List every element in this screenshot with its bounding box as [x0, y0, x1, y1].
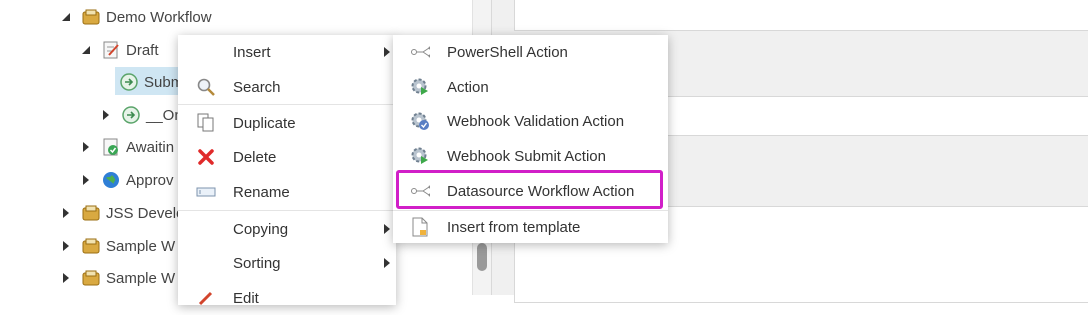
tree-node-label: Awaitin [126, 138, 175, 156]
context-menu: Insert Search Duplicate Delete Rename Co… [178, 35, 396, 307]
expanded-arrow-icon[interactable] [60, 11, 72, 23]
collapsed-arrow-icon[interactable] [60, 272, 72, 284]
menu-item-label: Insert [233, 43, 271, 61]
tree-node-label: Demo Workflow [106, 8, 212, 26]
tree-node-approved[interactable]: Approv [80, 165, 174, 195]
scrollbar-thumb[interactable] [477, 243, 487, 271]
tree-node-sample-w-1[interactable]: Sample W [60, 231, 175, 261]
menu-item-label: Copying [233, 220, 289, 238]
menu-separator [178, 210, 396, 211]
collapsed-arrow-icon[interactable] [100, 109, 112, 121]
submenu-item-label: PowerShell Action [447, 43, 568, 61]
gear-check-icon [410, 111, 430, 131]
search-icon [196, 77, 216, 97]
submenu-arrow-icon [384, 258, 390, 268]
editor-field-box[interactable] [514, 0, 1088, 31]
menu-item-label: Search [233, 78, 281, 96]
submenu-item-action[interactable]: Action [393, 70, 668, 104]
expanded-arrow-icon[interactable] [80, 44, 92, 56]
workflow-folder-icon [82, 8, 100, 26]
gear-play-icon [410, 77, 430, 97]
submenu-item-label: Webhook Validation Action [447, 112, 625, 130]
collapsed-arrow-icon[interactable] [80, 141, 92, 153]
menu-item-sorting[interactable]: Sorting [178, 246, 396, 280]
workflow-folder-icon [82, 237, 100, 255]
tree-node-draft[interactable]: Draft [80, 35, 159, 65]
menu-item-rename[interactable]: Rename [178, 175, 396, 209]
tree-node-label: Sample W [106, 269, 176, 287]
submenu-item-label: Action [447, 78, 489, 96]
menu-item-search[interactable]: Search [178, 70, 396, 104]
insert-submenu: PowerShell Action Action Webhook Validat… [393, 35, 668, 243]
workflow-folder-icon [82, 269, 100, 287]
submenu-item-webhook-submit-action[interactable]: Webhook Submit Action [393, 139, 668, 173]
workflow-folder-icon [82, 204, 100, 222]
menu-item-edit[interactable]: Edit [178, 281, 396, 315]
globe-icon [102, 171, 120, 189]
tree-node-demo-workflow[interactable]: Demo Workflow [60, 2, 212, 32]
menu-item-duplicate[interactable]: Duplicate [178, 106, 396, 140]
command-arrow-icon [120, 73, 138, 91]
duplicate-icon [196, 113, 216, 133]
menu-separator [178, 104, 396, 105]
submenu-arrow-icon [384, 47, 390, 57]
tree-node-on[interactable]: __On [100, 100, 183, 130]
draft-state-icon [102, 41, 120, 59]
connector-icon [410, 42, 430, 62]
rename-icon [196, 182, 216, 202]
awaiting-approval-icon [102, 138, 120, 156]
tree-node-sample-w-2[interactable]: Sample W [60, 263, 175, 293]
edit-icon [196, 288, 216, 308]
menu-item-label: Delete [233, 148, 277, 166]
highlight-annotation-box [396, 170, 663, 209]
submenu-item-powershell-action[interactable]: PowerShell Action [393, 35, 668, 69]
tree-node-awaiting[interactable]: Awaitin [80, 132, 174, 162]
submenu-item-label: Insert from template [447, 218, 581, 236]
collapsed-arrow-icon[interactable] [80, 174, 92, 186]
tree-node-label: JSS Develo [106, 204, 185, 222]
menu-item-label: Rename [233, 183, 290, 201]
menu-item-label: Duplicate [233, 114, 296, 132]
menu-item-delete[interactable]: Delete [178, 140, 396, 174]
submenu-item-webhook-validation-action[interactable]: Webhook Validation Action [393, 104, 668, 138]
submenu-item-insert-from-template[interactable]: Insert from template [393, 210, 668, 244]
collapsed-arrow-icon[interactable] [60, 207, 72, 219]
tree-node-label: Approv [126, 171, 174, 189]
menu-item-label: Sorting [233, 254, 281, 272]
tree-node-jss-develo[interactable]: JSS Develo [60, 198, 184, 228]
tree-node-label: Draft [126, 41, 159, 59]
tree-node-submit[interactable]: Submi [120, 67, 187, 97]
menu-item-insert[interactable]: Insert [178, 35, 396, 69]
menu-item-copying[interactable]: Copying [178, 212, 396, 246]
submenu-arrow-icon [384, 224, 390, 234]
delete-icon [196, 147, 216, 167]
submenu-item-label: Webhook Submit Action [447, 147, 606, 165]
tree-node-label: Sample W [106, 237, 176, 255]
command-arrow-icon [122, 106, 140, 124]
template-icon [410, 217, 430, 237]
menu-item-label: Edit [233, 289, 259, 307]
gear-play-icon [410, 146, 430, 166]
collapsed-arrow-icon[interactable] [60, 240, 72, 252]
